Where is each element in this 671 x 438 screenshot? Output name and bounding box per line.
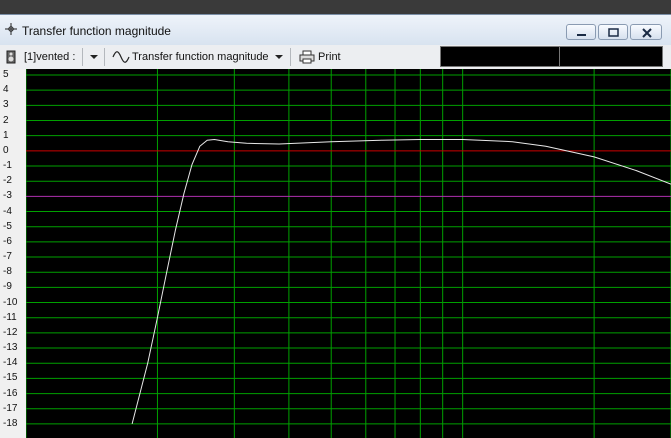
view-selector-dropdown-icon[interactable] xyxy=(275,55,283,59)
sine-wave-icon xyxy=(112,51,130,63)
y-tick-label: -13 xyxy=(3,342,18,354)
y-tick-label: 5 xyxy=(3,69,9,80)
y-axis-labels: 5 4 3 2 1 0 -1 -2 -3 -4 -5 -6 -7 -8 -9 -10 -11 -12 -13 -14 -… xyxy=(0,69,26,438)
toolbar: [1]vented : Transfer function magnitude … xyxy=(0,45,671,70)
print-button[interactable]: Print xyxy=(318,51,341,63)
plot-area[interactable] xyxy=(26,69,671,438)
y-tick-label: -3 xyxy=(3,190,12,202)
box-selector-dropdown-icon[interactable] xyxy=(90,55,98,59)
y-tick-label: -12 xyxy=(3,326,18,338)
toolbar-divider xyxy=(104,48,105,66)
app-window: Transfer function magnitude [1]vented : … xyxy=(0,14,671,438)
y-tick-label: -17 xyxy=(3,402,18,414)
y-tick-label: -7 xyxy=(3,251,12,263)
window-title: Transfer function magnitude xyxy=(22,24,171,38)
y-tick-label: -14 xyxy=(3,357,18,369)
restore-button[interactable] xyxy=(598,24,628,40)
y-tick-label: -4 xyxy=(3,205,12,217)
box-selector-value[interactable]: [1]vented : xyxy=(24,51,75,63)
y-tick-label: -2 xyxy=(3,175,12,187)
y-tick-label: -5 xyxy=(3,220,12,232)
y-tick-label: -15 xyxy=(3,372,18,384)
y-tick-label: -18 xyxy=(3,417,18,429)
y-tick-label: -8 xyxy=(3,266,12,278)
y-tick-label: 3 xyxy=(3,99,9,111)
y-tick-label: -9 xyxy=(3,281,12,293)
y-tick-label: 2 xyxy=(3,114,9,126)
speaker-box-icon xyxy=(6,50,16,64)
y-tick-label: -1 xyxy=(3,160,12,172)
restore-icon xyxy=(608,28,619,37)
y-tick-label: -6 xyxy=(3,235,12,247)
close-icon xyxy=(642,28,652,38)
y-tick-label: 1 xyxy=(3,129,9,141)
printer-icon xyxy=(299,50,315,64)
close-button[interactable] xyxy=(630,24,662,40)
toolbar-divider xyxy=(290,48,291,66)
toolbar-divider xyxy=(82,48,83,66)
desktop-background xyxy=(0,0,671,14)
y-tick-label: -11 xyxy=(3,311,17,323)
y-tick-label: 0 xyxy=(3,144,9,156)
minimize-button[interactable] xyxy=(566,24,596,40)
crosshair-app-icon xyxy=(5,23,17,35)
y-tick-label: 4 xyxy=(3,84,9,96)
y-tick-label: -16 xyxy=(3,387,18,399)
y-tick-label: -10 xyxy=(3,296,18,308)
magnitude-chart[interactable] xyxy=(26,69,671,438)
cursor-readout-field xyxy=(440,46,560,67)
minimize-icon xyxy=(577,34,586,36)
value-readout-field xyxy=(559,46,663,67)
view-selector-value[interactable]: Transfer function magnitude xyxy=(132,51,269,63)
plot-background xyxy=(26,69,671,438)
title-bar[interactable]: Transfer function magnitude xyxy=(0,15,671,45)
